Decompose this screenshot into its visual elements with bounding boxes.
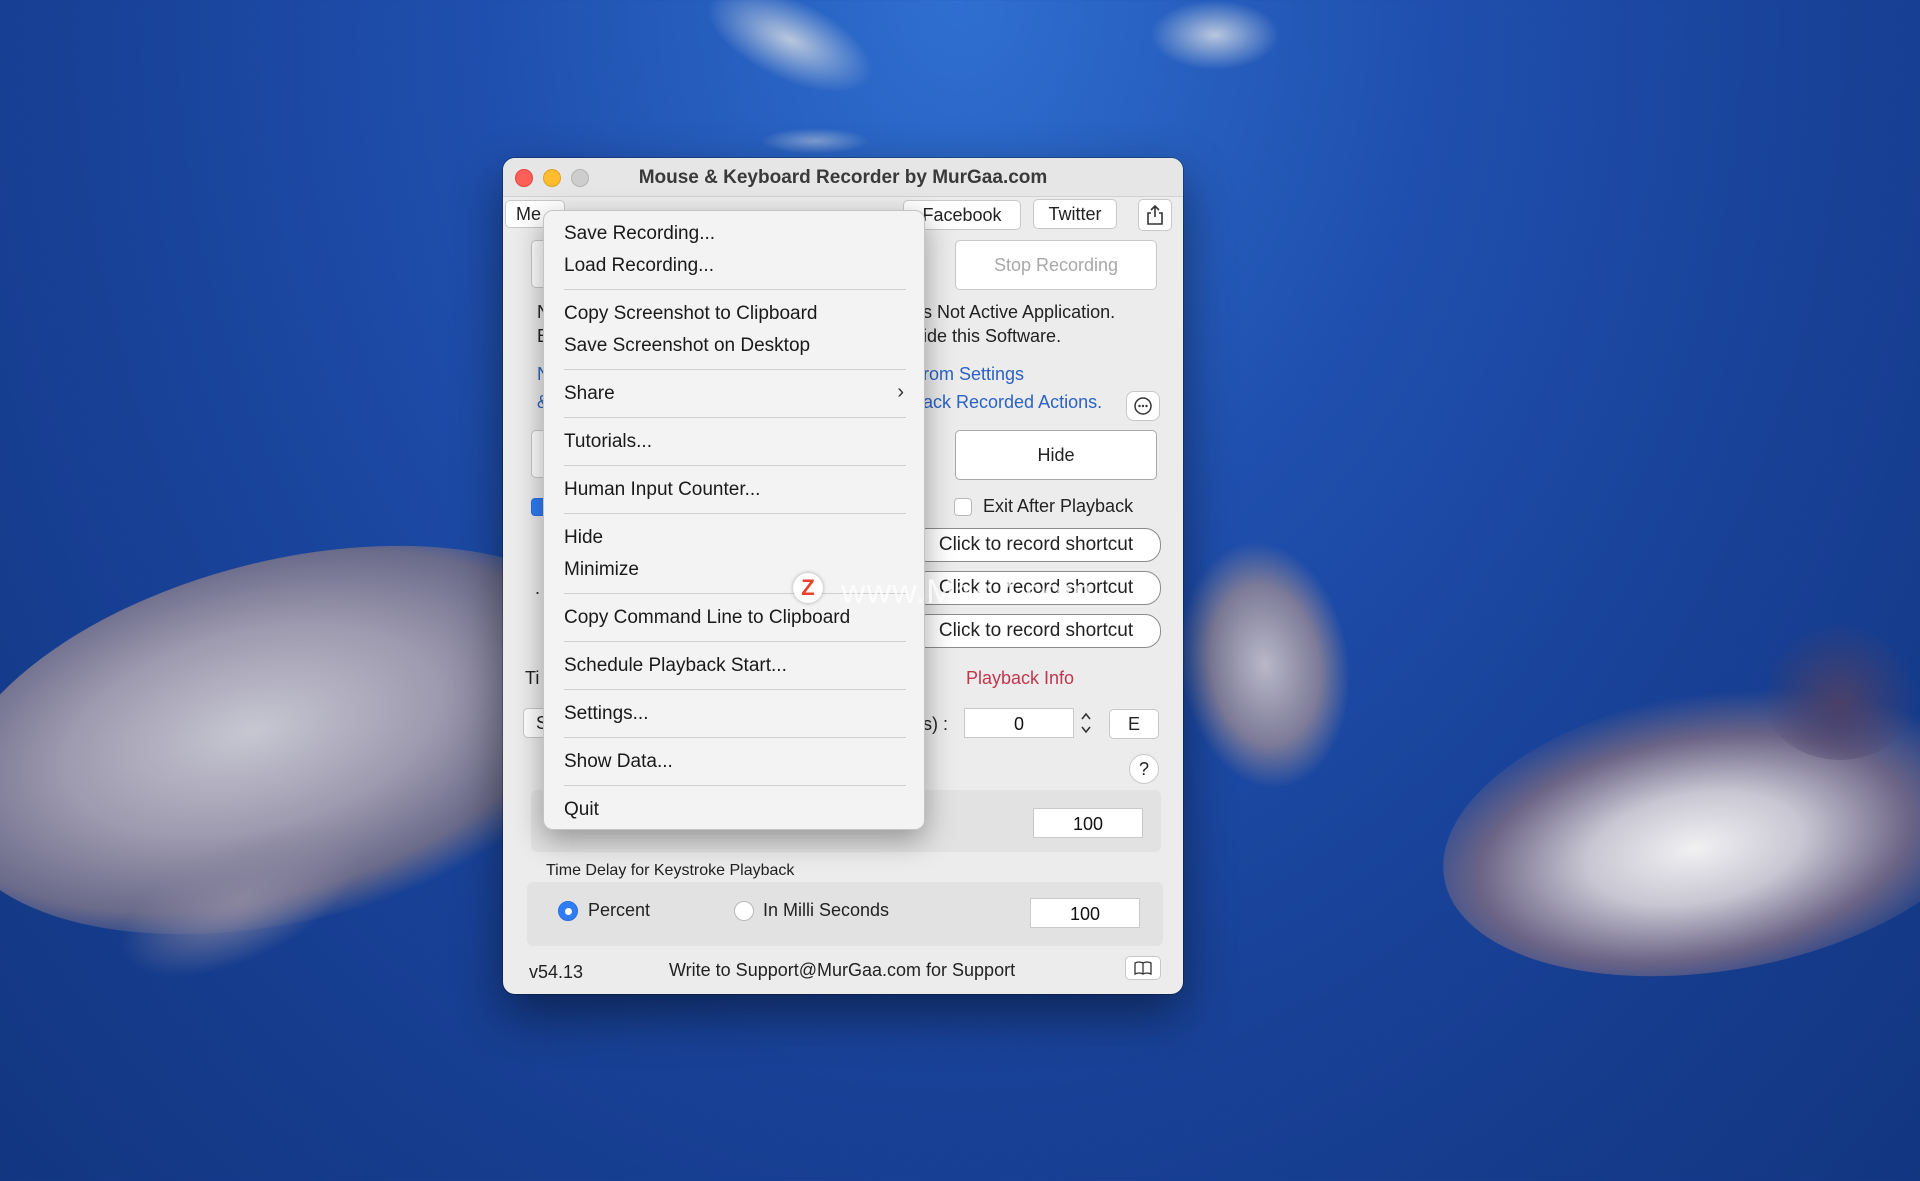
more-button[interactable] (1126, 391, 1160, 421)
percent-label: Percent (588, 900, 651, 920)
milliseconds-radio[interactable] (734, 901, 754, 921)
watermark-logo-icon: Z (793, 573, 823, 603)
playback-info-link[interactable]: Playback Info (966, 668, 1074, 689)
shortcut-recorder-3[interactable]: Click to record shortcut (911, 614, 1161, 648)
stepper-label: s) : (923, 714, 948, 734)
menu-button-label: Me (516, 204, 542, 224)
mouse-delay-field[interactable]: 100 (1033, 808, 1143, 838)
background-fish (1150, 0, 1280, 70)
submenu-chevron-icon: › (897, 381, 904, 403)
settings-link[interactable]: rom Settings (923, 364, 1024, 385)
menu-item-hide[interactable]: Hide (564, 527, 603, 549)
watermark-text: www.MacZ.com (841, 573, 1093, 611)
background-dolphin (1163, 529, 1367, 801)
shortcut-label-1: Click to record shortcut (938, 534, 1134, 555)
menu-item-copy-command-line[interactable]: Copy Command Line to Clipboard (564, 607, 850, 629)
support-label: Write to Support@MurGaa.com for Support (669, 960, 1016, 980)
book-icon (1134, 961, 1152, 976)
menu-separator (564, 513, 906, 514)
background-fish (760, 128, 870, 154)
menu-item-show-data[interactable]: Show Data... (564, 751, 673, 773)
menu-item-settings[interactable]: Settings... (564, 703, 649, 725)
hide-label: Hide (1037, 445, 1075, 465)
help-button[interactable]: ? (1129, 754, 1159, 784)
background-dolphin-fin (1760, 620, 1920, 760)
menu-separator (564, 641, 906, 642)
menu-item-save-screenshot[interactable]: Save Screenshot on Desktop (564, 335, 810, 357)
e-button-label: E (1127, 714, 1140, 734)
left-label: Ti (525, 668, 540, 688)
stepper-arrows-icon (1081, 712, 1091, 734)
menu-separator (564, 417, 906, 418)
stop-recording-label: Stop Recording (993, 255, 1119, 275)
menu-separator (564, 465, 906, 466)
twitter-label: Twitter (1048, 204, 1102, 224)
milliseconds-label: In Milli Seconds (763, 900, 890, 920)
background-fish (691, 0, 889, 115)
manual-button[interactable] (1125, 956, 1161, 980)
shortcut-label-3: Click to record shortcut (938, 620, 1134, 641)
menu-item-copy-screenshot[interactable]: Copy Screenshot to Clipboard (564, 303, 817, 325)
menu-separator (564, 369, 906, 370)
status-line-2: ide this Software. (923, 326, 1062, 346)
shortcut-recorder-1[interactable]: Click to record shortcut (911, 528, 1161, 562)
menu-item-quit[interactable]: Quit (564, 799, 599, 821)
help-icon: ? (1138, 759, 1149, 779)
e-button[interactable]: E (1109, 709, 1159, 739)
version-label: v54.13 (529, 962, 584, 982)
menu-separator (564, 289, 906, 290)
playback-actions-link[interactable]: ack Recorded Actions. (923, 392, 1102, 413)
menu-item-share[interactable]: Share (564, 383, 615, 405)
status-line-1: s Not Active Application. (923, 302, 1116, 322)
menu-item-tutorials[interactable]: Tutorials... (564, 431, 652, 453)
left-dot: . (535, 578, 541, 598)
playback-count-field[interactable]: 0 (964, 708, 1074, 738)
menu-item-schedule-playback[interactable]: Schedule Playback Start... (564, 655, 787, 677)
menu-separator (564, 737, 906, 738)
menu-item-load-recording[interactable]: Load Recording... (564, 255, 714, 277)
exit-after-playback-label: Exit After Playback (983, 496, 1134, 516)
menu-separator (564, 785, 906, 786)
playback-count-stepper[interactable] (1077, 708, 1095, 738)
keystroke-delay-field[interactable]: 100 (1030, 898, 1140, 928)
share-icon (1147, 204, 1163, 225)
hide-button[interactable]: Hide (955, 430, 1157, 480)
title-bar: Mouse & Keyboard Recorder by MurGaa.com (503, 158, 1183, 197)
menu-separator (564, 689, 906, 690)
twitter-button[interactable]: Twitter (1033, 199, 1117, 229)
window-title: Mouse & Keyboard Recorder by MurGaa.com (638, 167, 1048, 188)
facebook-label: Facebook (922, 205, 1002, 225)
menu-item-save-recording[interactable]: Save Recording... (564, 223, 715, 245)
menu-item-human-input-counter[interactable]: Human Input Counter... (564, 479, 760, 501)
app-menu-dropdown: Save Recording... Load Recording... Copy… (543, 210, 925, 830)
exit-after-playback-checkbox[interactable] (954, 498, 972, 516)
more-icon (1134, 397, 1152, 415)
menu-item-minimize[interactable]: Minimize (564, 559, 639, 581)
stop-recording-button[interactable]: Stop Recording (955, 240, 1157, 290)
percent-radio[interactable] (558, 901, 578, 921)
share-button[interactable] (1138, 199, 1172, 231)
keystroke-delay-title: Time Delay for Keystroke Playback (546, 862, 795, 879)
